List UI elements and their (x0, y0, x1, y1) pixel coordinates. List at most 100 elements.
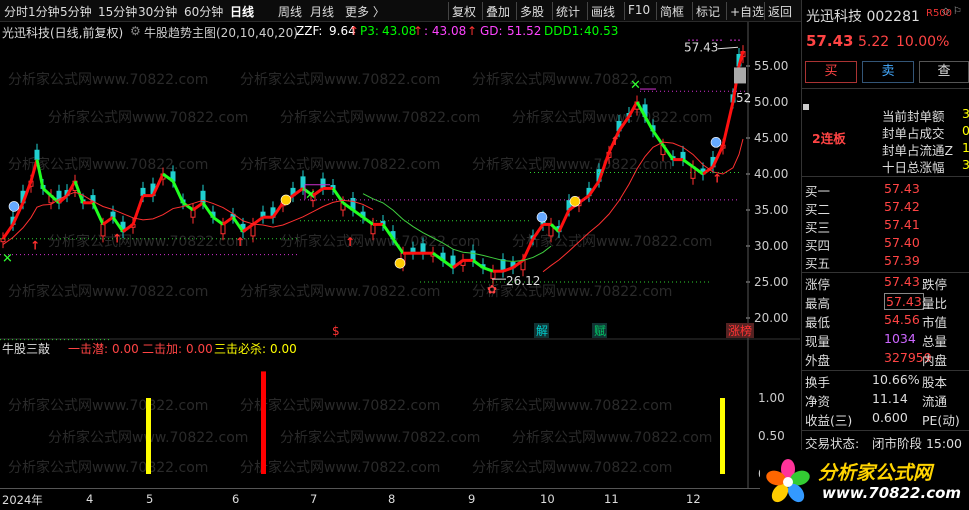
stat-label: 现量 (805, 334, 831, 349)
watermark-text: 分析家公式网www.70822.com (8, 283, 208, 300)
x-axis-label: 5 (146, 492, 154, 506)
tool-button[interactable]: 叠加 (486, 3, 510, 20)
x-axis-label: 2024年 (2, 493, 43, 507)
watermark-text: 分析家公式网www.70822.com (240, 459, 440, 476)
quote-panel: 光迅科技 002281 R500 ◇ ⚐ 57.43 5.22 10.00% 买… (801, 0, 969, 510)
buy-arrow-icon: ↑ (112, 231, 122, 245)
watermark-text: 分析家公式网www.70822.com (240, 156, 440, 173)
period-tab[interactable]: 分时 (4, 3, 28, 20)
x-axis-label: 11 (604, 492, 619, 506)
seal-label: 十日总涨幅 (882, 160, 945, 175)
watermark-text: 分析家公式网www.70822.com (240, 397, 440, 414)
trend-line-segment (472, 259, 484, 269)
tool-button[interactable]: 多股 (520, 3, 544, 20)
tool-button[interactable]: +自选 (730, 3, 764, 20)
logo-url: www.70822.com (822, 484, 962, 502)
trend-line-segment (131, 195, 145, 225)
x-marker-icon: ✕ (305, 188, 316, 203)
buy-button[interactable]: 买 (805, 61, 857, 83)
tool-button[interactable]: 返回 (768, 3, 792, 20)
stat-value: 1034 (884, 331, 916, 346)
tool-button[interactable]: 简框 (660, 3, 684, 20)
butterfly-icon: ✿ (487, 283, 497, 297)
stock-name: 光迅科技 (806, 9, 862, 25)
period-tab[interactable]: 月线 (310, 3, 334, 20)
seal-value: 3. (962, 106, 969, 121)
period-tab[interactable]: 5分钟 (60, 3, 92, 20)
sub-bar (261, 371, 266, 474)
watermark-text: 分析家公式网www.70822.com (8, 397, 208, 414)
trend-line-segment (212, 215, 224, 226)
sub-bar (720, 398, 725, 474)
tool-button[interactable]: 画线 (591, 3, 615, 20)
trend-line-segment (721, 101, 735, 146)
seal-value: 0. (962, 123, 969, 138)
sub-bar-text: 三击必杀: (214, 341, 266, 356)
event-label-text: 解 (536, 324, 548, 338)
period-tab[interactable]: 30分钟 (138, 3, 177, 20)
signal-ball-icon (569, 196, 581, 207)
sub-bar-text: 牛股三敲 (2, 341, 50, 356)
stat-value: 57.43 (884, 274, 920, 289)
tool-button[interactable]: F10 (628, 3, 650, 17)
sub-axis-label: 1.00 (758, 391, 785, 405)
x-axis-label: 10 (540, 492, 555, 506)
price-axis-label: 55.00 (754, 59, 788, 73)
watermark-text: 分析家公式网www.70822.com (8, 71, 208, 88)
last-price: 57.43 (806, 32, 854, 50)
period-tab[interactable]: 周线 (278, 3, 302, 20)
trend-line-segment (73, 180, 85, 204)
stat-label: 最高 (805, 296, 831, 311)
price-change: 5.22 (858, 34, 890, 50)
watermark-text: 分析家公式网www.70822.com (472, 459, 672, 476)
query-button[interactable]: 查 (919, 61, 969, 83)
event-label[interactable]: 解 (534, 323, 549, 338)
buy-arrow-icon: ↑ (610, 134, 620, 148)
period-tab[interactable]: 60分钟 (184, 3, 223, 20)
stat2-label: 收益(三) (805, 413, 853, 428)
stat2-value: 11.14 (872, 391, 908, 406)
tool-button[interactable]: 复权 (452, 3, 476, 20)
low-annotation: 26.12 (506, 274, 540, 288)
price-axis-label: 45.00 (754, 131, 788, 145)
period-tab[interactable]: 日线 (230, 3, 254, 20)
stat-label-right: 市值 (922, 315, 948, 330)
sub-indicator-bar: 牛股三敲 一击潜: 0.00 二击加: 0.00 三击必杀: 0.00 (2, 341, 297, 356)
watermark-text: 分析家公式网www.70822.com (280, 109, 480, 126)
x-axis-label: 8 (388, 492, 396, 506)
watermark-text: 分析家公式网www.70822.com (512, 109, 712, 126)
watermark-text: 分析家公式网www.70822.com (8, 459, 208, 476)
price-change-pct: 10.00% (896, 34, 950, 50)
buy-arrow-icon: ↑ (712, 172, 722, 186)
trend-line-segment (192, 201, 204, 212)
candle-body (34, 149, 40, 161)
tool-button[interactable]: 标记 (696, 3, 720, 20)
buy-arrow-icon: ↑ (235, 235, 245, 249)
price-axis-label: 20.00 (754, 311, 788, 325)
event-label[interactable]: 赋 (592, 323, 607, 338)
event-label-text: 涨榜 (728, 323, 752, 338)
stat-value: 54.56 (884, 312, 920, 327)
period-tab[interactable]: 1分钟 (28, 3, 60, 20)
panel-icons[interactable]: ◇ ⚐ (942, 6, 962, 17)
bid-price: 57.42 (884, 199, 920, 214)
trend-line-segment (482, 266, 494, 273)
sub-bar (146, 398, 151, 474)
x-axis-label: 6 (232, 492, 240, 506)
bid-label: 买五 (805, 256, 831, 271)
watermark-text: 分析家公式网www.70822.com (472, 397, 672, 414)
seal-value: 1 (962, 140, 969, 155)
tool-button[interactable]: 统计 (556, 3, 580, 20)
event-label[interactable]: 涨榜 (726, 323, 754, 338)
trend-line-segment (201, 201, 215, 219)
period-tab[interactable]: 15分钟 (98, 3, 137, 20)
stat-label: 涨停 (805, 277, 831, 292)
period-tab[interactable]: 更多 〉 (345, 3, 385, 20)
x-axis-label: 9 (468, 492, 476, 506)
right-scroll-box[interactable] (734, 67, 746, 84)
sell-button[interactable]: 卖 (862, 61, 914, 83)
event-label[interactable]: $ (330, 323, 345, 338)
bid-label: 买三 (805, 220, 831, 235)
kline-chart[interactable]: 牛股三敲 一击潜: 0.00 二击加: 0.00 三击必杀: 0.00 分析家公式网www.7… (0, 22, 801, 488)
price-axis-label: 40.00 (754, 167, 788, 181)
